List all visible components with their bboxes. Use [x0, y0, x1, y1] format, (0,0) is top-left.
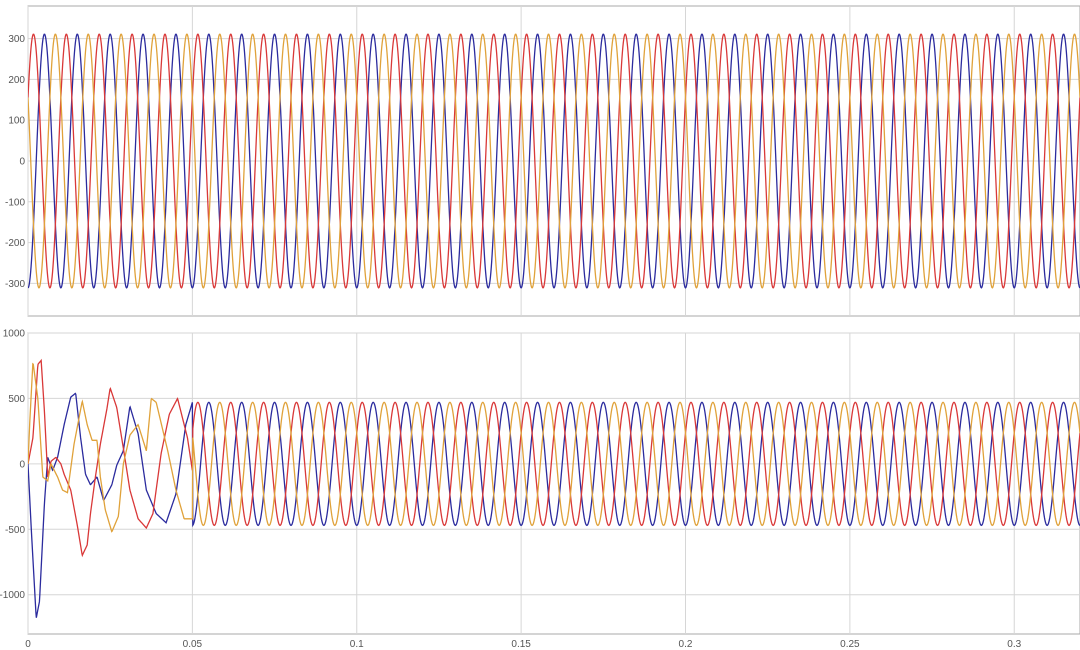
- voltage-y-tick-label: 200: [8, 75, 25, 86]
- current-x-tick-label: 0.15: [511, 639, 531, 650]
- voltage-y-tick-label: -100: [5, 197, 25, 208]
- scope-window: -300 -200 -100 0 100 200 300 -1000 -500 0 500 1000…: [0, 0, 1080, 650]
- current-y-tick-label: 0: [19, 459, 25, 470]
- current-y-tick-label: 1000: [3, 329, 26, 340]
- voltage-y-tick-label: -200: [5, 238, 25, 249]
- scope-plots: -300-200-1000100200300 -1000-50005001000…: [0, 5, 1080, 650]
- voltage-y-tick-label: 300: [8, 34, 25, 45]
- current-x-tick-label: 0.25: [840, 639, 860, 650]
- scope-panel-current: -1000 -500 0 500 1000 0 0.05 0.1 0.15 0.2 0.25 0.3: [0, 329, 1080, 650]
- current-x-tick-label: 0.1: [350, 639, 364, 650]
- current-y-tick-label: -500: [5, 525, 25, 536]
- current-x-tick-label: 0.3: [1007, 639, 1021, 650]
- current-y-tick-label: 500: [8, 394, 25, 405]
- current-x-tick-label: 0.2: [679, 639, 693, 650]
- scope-panel-voltage: -300 -200 -100 0 100 200 300: [5, 5, 1080, 317]
- voltage-y-tick-label: 100: [8, 116, 25, 127]
- current-x-tick-label: 0: [25, 639, 31, 650]
- current-y-tick-label: -1000: [0, 590, 25, 601]
- voltage-y-tick-label: 0: [19, 157, 25, 168]
- voltage-y-tick-label: -300: [5, 279, 25, 290]
- current-x-tick-label: 0.05: [183, 639, 203, 650]
